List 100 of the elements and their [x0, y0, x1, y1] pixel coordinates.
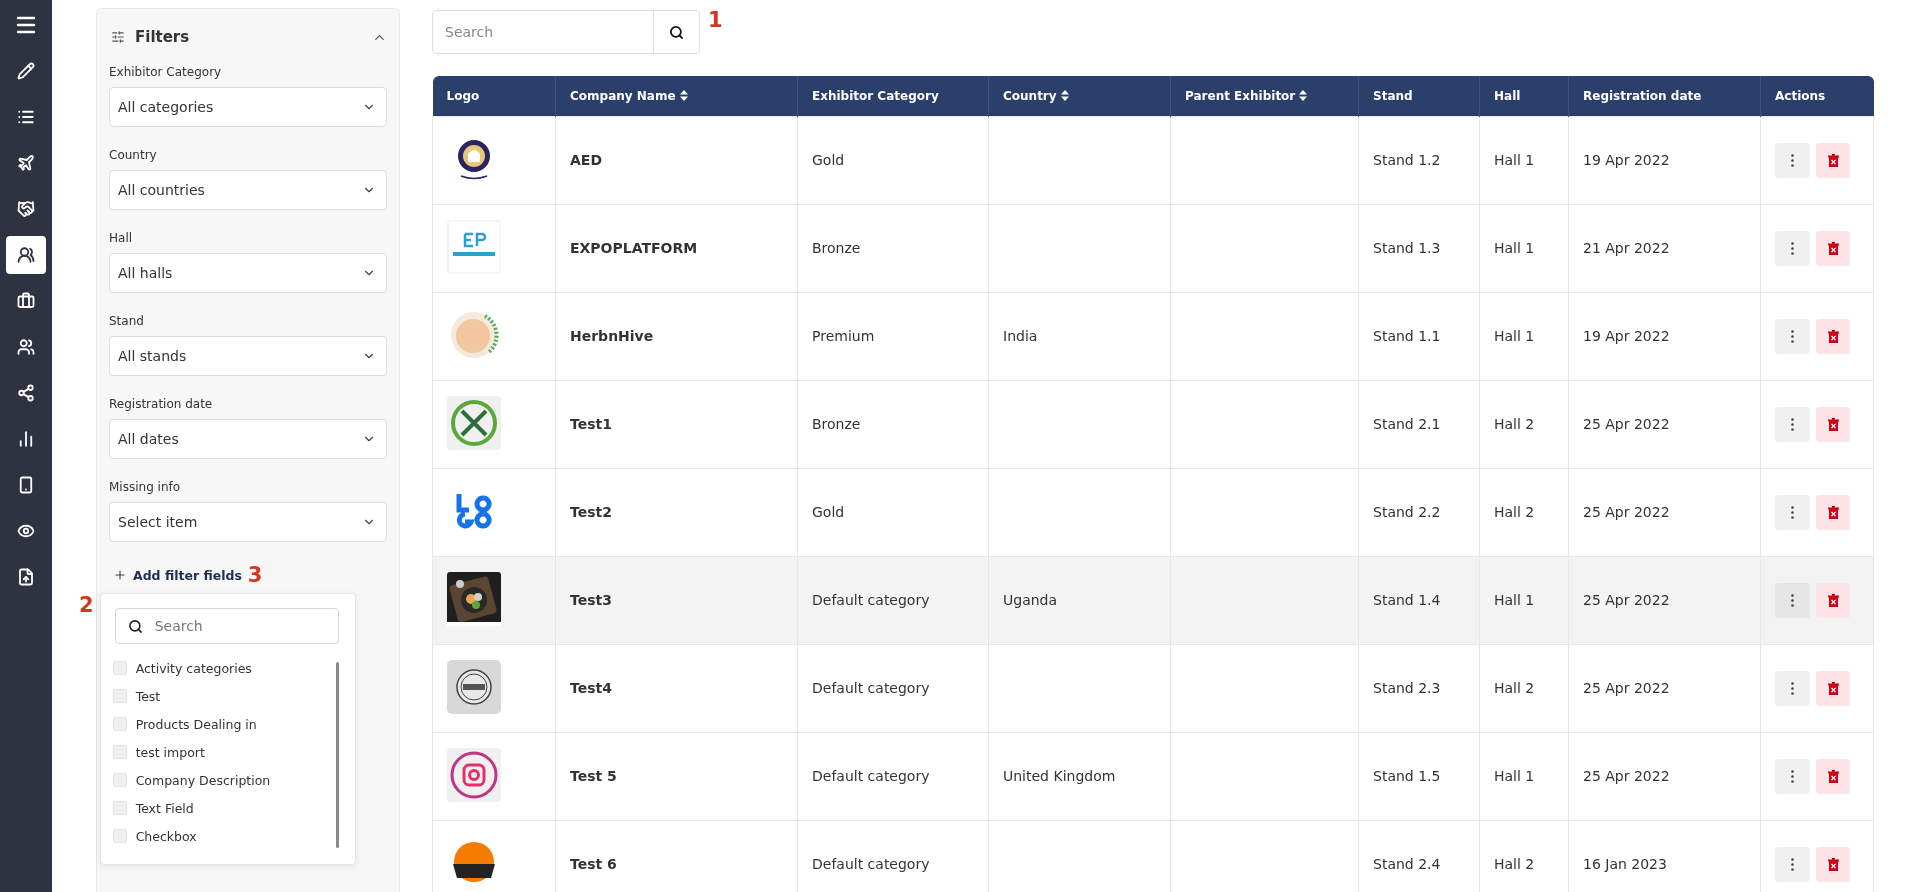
checkbox[interactable] [112, 773, 127, 787]
company-name: AED [570, 152, 603, 168]
table-cell: Hall 1 [1494, 240, 1535, 256]
more-icon [1791, 769, 1794, 783]
add-filter-link[interactable]: Add filter fields [113, 567, 242, 583]
company-name: Test3 [570, 592, 612, 608]
option-label: Checkbox [135, 828, 197, 844]
table-cell: Stand 1.3 [1373, 240, 1441, 256]
header-label: Actions [1775, 88, 1826, 103]
select-field[interactable]: Select item [109, 502, 387, 542]
table-cell: Stand 2.2 [1373, 504, 1441, 520]
more-icon [1791, 681, 1794, 695]
table-cell: Hall 1 [1494, 768, 1535, 784]
panel-title: Filters [135, 28, 191, 46]
table-cell: 21 Apr 2022 [1583, 240, 1670, 256]
scrollbar[interactable] [335, 662, 339, 848]
table-row[interactable]: Test3 Default category Uganda Stand 1.4 Hall 1 25 Apr 2022 [432, 556, 1874, 644]
table-cell: Stand 2.1 [1373, 416, 1441, 432]
table-row[interactable]: Test4 Default category Stand 2.3 Hall 2 25 Apr 2022 [432, 644, 1874, 732]
company-name: HerbnHive [570, 328, 654, 344]
users-icon [17, 338, 35, 356]
group-icon [17, 246, 35, 264]
select-field[interactable]: All countries [109, 170, 387, 210]
table-cell: 25 Apr 2022 [1583, 680, 1670, 696]
delete-button[interactable] [1816, 846, 1850, 882]
table-cell: Bronze [812, 416, 861, 432]
company-name: Test4 [570, 680, 612, 696]
table-row[interactable]: Test2 Gold Stand 2.2 Hall 2 25 Apr 2022 [432, 468, 1874, 556]
delete-icon [1827, 505, 1839, 519]
phone-icon [17, 476, 35, 494]
company-name: Test 6 [570, 856, 617, 872]
more-icon [1791, 153, 1794, 167]
select-field[interactable]: All stands [109, 336, 387, 376]
delete-button[interactable] [1816, 494, 1850, 530]
company-name: Test2 [570, 504, 612, 520]
more-icon [1791, 417, 1794, 431]
column-header[interactable]: Parent Exhibitor [1170, 76, 1359, 116]
camera-logo-icon [447, 747, 501, 802]
table-cell: Stand 2.4 [1373, 856, 1441, 872]
delete-button[interactable] [1816, 670, 1850, 706]
select-field[interactable]: All dates [109, 419, 387, 459]
share-icon [17, 384, 35, 402]
option-label: Products Dealing in [135, 716, 257, 732]
table-cell: Hall 2 [1494, 416, 1535, 432]
table-cell: Hall 2 [1494, 504, 1535, 520]
sort-icon [1060, 90, 1069, 102]
checkbox[interactable] [112, 661, 127, 675]
select-field[interactable]: All categories [109, 87, 387, 127]
header-label: Hall [1494, 88, 1521, 103]
field-label: Hall [109, 231, 134, 245]
select-field[interactable]: All halls [109, 253, 387, 293]
table-cell: Bronze [812, 240, 861, 256]
stamp-logo-icon [447, 659, 501, 714]
company-name: EXPOPLATFORM [570, 240, 698, 256]
search-field[interactable]: Search [432, 10, 700, 54]
table-cell: Stand 2.3 [1373, 680, 1441, 696]
table-cell: Hall 2 [1494, 856, 1535, 872]
header-label: Stand [1373, 88, 1413, 103]
delete-button[interactable] [1816, 142, 1850, 178]
table-cell: Default category [812, 592, 930, 608]
handshake-icon [17, 200, 35, 218]
delete-button[interactable] [1816, 318, 1850, 354]
company-name: Test1 [570, 416, 612, 432]
delete-button[interactable] [1816, 406, 1850, 442]
search-input[interactable]: Search [433, 11, 653, 53]
checkbox[interactable] [112, 717, 127, 731]
table-row[interactable]: Test 5 Default category United Kingdom Stand 1.5 Hall 1 25 Apr 2022 [432, 732, 1874, 820]
cutlery-logo-icon [447, 395, 501, 450]
checkbox[interactable] [112, 745, 127, 759]
column-header[interactable]: Country [988, 76, 1171, 116]
search-field[interactable]: Search [114, 608, 339, 644]
more-icon [1791, 241, 1794, 255]
column-header[interactable]: Company Name [555, 76, 798, 116]
table-row[interactable]: Test 6 Default category Stand 2.4 Hall 2 16 Jan 2023 [432, 820, 1874, 892]
delete-icon [1827, 153, 1839, 167]
delete-button[interactable] [1816, 582, 1850, 618]
checkbox[interactable] [112, 801, 127, 815]
header-label: Company Name [570, 88, 676, 103]
table-cell: United Kingdom [1003, 768, 1116, 784]
checkbox[interactable] [112, 689, 127, 703]
table-row[interactable]: Test1 Bronze Stand 2.1 Hall 2 25 Apr 2022 [432, 380, 1874, 468]
table-row[interactable]: EXPOPLATFORM Bronze Stand 1.3 Hall 1 21 Apr 2022 [432, 204, 1874, 292]
delete-button[interactable] [1816, 758, 1850, 794]
table-cell: Stand 1.1 [1373, 328, 1441, 344]
checkbox[interactable] [112, 829, 127, 843]
delete-button[interactable] [1816, 230, 1850, 266]
more-icon [1791, 857, 1794, 871]
plus-icon [113, 568, 127, 582]
delete-icon [1827, 241, 1839, 255]
bar-chart-icon [17, 430, 35, 448]
table-row[interactable]: HerbnHive Premium India Stand 1.1 Hall 1 19 Apr 2022 [432, 292, 1874, 380]
table-cell: 25 Apr 2022 [1583, 592, 1670, 608]
nav-item[interactable] [6, 236, 46, 274]
plane-icon [17, 154, 35, 172]
table-cell: Default category [812, 768, 930, 784]
option-label: Activity categories [135, 660, 252, 676]
option-label: Test [135, 688, 161, 704]
table-cell: 25 Apr 2022 [1583, 416, 1670, 432]
table-row[interactable]: AED Gold Stand 1.2 Hall 1 19 Apr 2022 [432, 116, 1874, 204]
search-button[interactable] [653, 11, 699, 53]
